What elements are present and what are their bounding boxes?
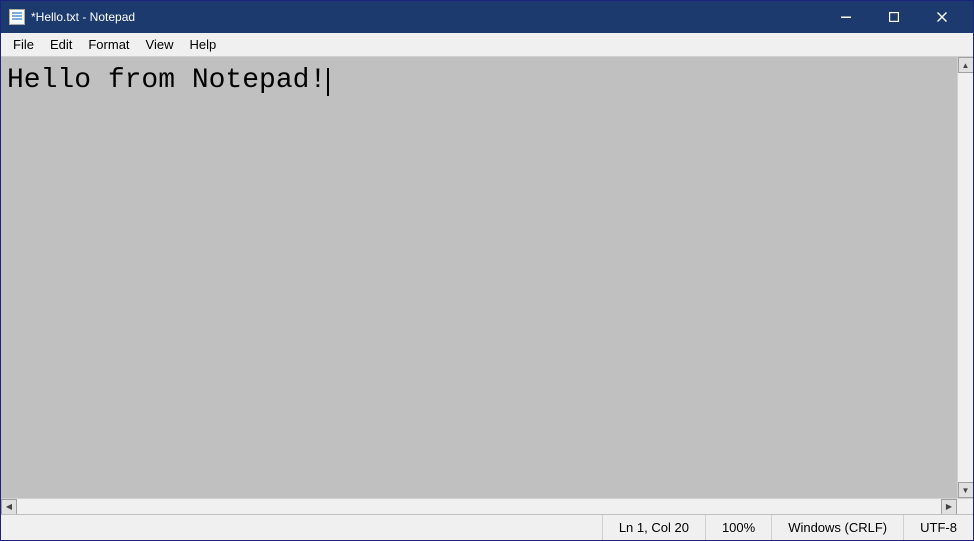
maximize-button[interactable]	[871, 3, 917, 31]
notepad-icon	[9, 9, 25, 25]
title-bar-left: *Hello.txt - Notepad	[9, 9, 135, 25]
text-editor[interactable]: Hello from Notepad!	[1, 57, 957, 498]
window-title: *Hello.txt - Notepad	[31, 10, 135, 24]
cursor	[327, 68, 329, 96]
menu-format[interactable]: Format	[80, 34, 137, 56]
vertical-scrollbar[interactable]: ▲ ▼	[957, 57, 973, 498]
status-position: Ln 1, Col 20	[602, 515, 705, 540]
window-controls	[823, 3, 965, 31]
scroll-right-button[interactable]: ▶	[941, 499, 957, 515]
status-bar: Ln 1, Col 20 100% Windows (CRLF) UTF-8	[1, 514, 973, 540]
menu-view[interactable]: View	[138, 34, 182, 56]
status-zoom: 100%	[705, 515, 771, 540]
editor-text: Hello from Notepad!	[7, 65, 326, 96]
horizontal-scrollbar-row: ◀ ▶	[1, 498, 973, 514]
menu-file[interactable]: File	[5, 34, 42, 56]
scroll-track-v[interactable]	[958, 73, 973, 482]
title-bar: *Hello.txt - Notepad	[1, 1, 973, 33]
close-button[interactable]	[919, 3, 965, 31]
scroll-left-button[interactable]: ◀	[1, 499, 17, 515]
scroll-track-h[interactable]	[17, 499, 941, 514]
scroll-up-button[interactable]: ▲	[958, 57, 974, 73]
minimize-button[interactable]	[823, 3, 869, 31]
scrollbar-corner	[957, 499, 973, 515]
status-encoding: UTF-8	[903, 515, 973, 540]
status-line-ending: Windows (CRLF)	[771, 515, 903, 540]
notepad-window: *Hello.txt - Notepad File Edit Format Vi…	[0, 0, 974, 541]
menu-bar: File Edit Format View Help	[1, 33, 973, 57]
menu-help[interactable]: Help	[181, 34, 224, 56]
menu-edit[interactable]: Edit	[42, 34, 80, 56]
app-icon	[9, 9, 25, 25]
scroll-down-button[interactable]: ▼	[958, 482, 974, 498]
